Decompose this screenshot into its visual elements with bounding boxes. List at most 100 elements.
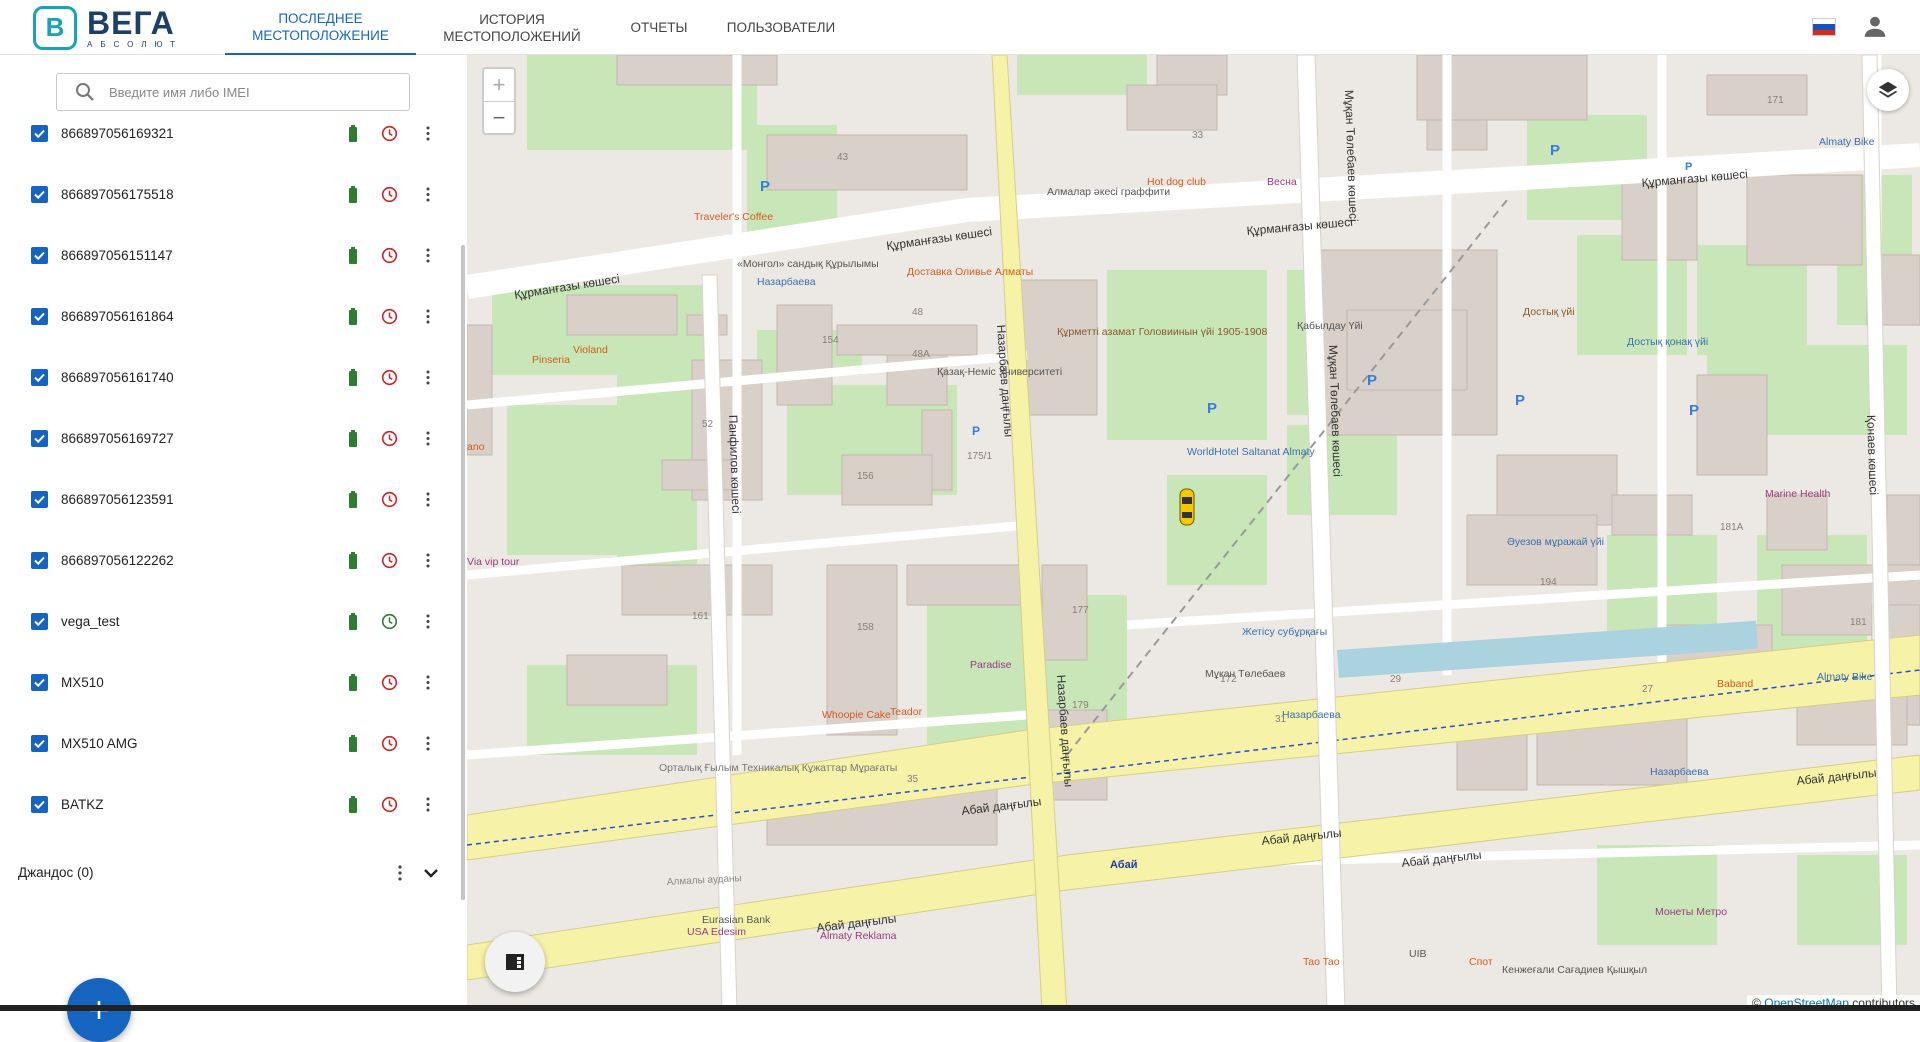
device-checkbox[interactable] xyxy=(31,613,48,630)
device-search[interactable] xyxy=(56,73,410,111)
device-checkbox[interactable] xyxy=(31,552,48,569)
map-label-worldhotel: WorldHotel Saltanat Almaty xyxy=(1187,446,1315,458)
device-row[interactable]: 866897056175518 xyxy=(0,186,450,226)
more-vertical-icon[interactable] xyxy=(420,674,436,691)
device-checkbox[interactable] xyxy=(31,308,48,325)
clock-icon xyxy=(381,735,398,752)
zoom-in-button[interactable]: + xyxy=(484,69,514,102)
legend-button[interactable] xyxy=(485,932,545,992)
device-checkbox[interactable] xyxy=(31,491,48,508)
device-name[interactable]: vega_test xyxy=(61,613,120,630)
device-checkbox[interactable] xyxy=(31,674,48,691)
device-checkbox[interactable] xyxy=(31,735,48,752)
vehicle-marker-icon[interactable] xyxy=(1179,488,1195,526)
more-vertical-icon[interactable] xyxy=(420,735,436,752)
map-label-kaz-nem: Қазақ-Неміс Университеті xyxy=(937,366,1062,378)
tab-last-location-line1: ПОСЛЕДНЕЕ xyxy=(278,10,363,26)
tab-location-history-line1: ИСТОРИЯ xyxy=(479,11,545,27)
map-label-auezov: Әуезов мұражай үйі xyxy=(1507,536,1604,548)
map-label-almalar: Алмалар әкесі граффити xyxy=(1047,186,1170,198)
checkmark-icon xyxy=(34,129,45,139)
battery-icon xyxy=(349,796,357,813)
battery-icon xyxy=(349,186,357,203)
more-vertical-icon[interactable] xyxy=(420,125,436,142)
group-more-icon[interactable] xyxy=(392,864,408,882)
device-name[interactable]: 866897056122262 xyxy=(61,552,174,569)
more-vertical-icon[interactable] xyxy=(420,552,436,569)
device-row[interactable]: vega_test xyxy=(0,613,450,653)
map-label-dostyk: Достық үйі xyxy=(1523,306,1575,318)
logo-name: ВЕГА xyxy=(87,4,175,41)
device-row[interactable]: 866897056169727 xyxy=(0,430,450,470)
clock-icon xyxy=(381,247,398,264)
map-label-paradise: Paradise xyxy=(970,659,1012,671)
more-vertical-icon[interactable] xyxy=(420,308,436,325)
tab-reports[interactable]: ОТЧЕТЫ xyxy=(620,0,698,55)
clock-icon xyxy=(381,430,398,447)
device-name[interactable]: MX510 AMG xyxy=(61,735,138,752)
device-name[interactable]: MX510 xyxy=(61,674,104,691)
device-checkbox[interactable] xyxy=(31,369,48,386)
device-row[interactable]: 866897056169321 xyxy=(0,125,450,165)
device-row[interactable]: 866897056151147 xyxy=(0,247,450,287)
device-name[interactable]: 866897056175518 xyxy=(61,186,174,203)
more-vertical-icon[interactable] xyxy=(420,796,436,813)
device-checkbox[interactable] xyxy=(31,186,48,203)
device-name[interactable]: BATKZ xyxy=(61,796,104,813)
map-label-ortalyk: Орталық Ғылым Техникалық Кұжаттар Мұраға… xyxy=(659,762,897,774)
device-row[interactable]: 866897056161864 xyxy=(0,308,450,348)
vega-logo[interactable]: B ВЕГА АБСОЛЮТ xyxy=(33,4,183,51)
clock-icon xyxy=(381,308,398,325)
map-label-b29: 29 xyxy=(1390,674,1402,685)
device-row[interactable]: MX510 xyxy=(0,674,450,714)
device-checkbox[interactable] xyxy=(31,247,48,264)
device-row[interactable]: 866897056161740 xyxy=(0,369,450,409)
device-name[interactable]: 866897056123591 xyxy=(61,491,174,508)
map-label-kurmangazy-3: Құрманғазы көшесі xyxy=(1246,215,1353,238)
search-input[interactable] xyxy=(107,83,391,101)
tab-users[interactable]: ПОЛЬЗОВАТЕЛИ xyxy=(718,0,844,55)
more-vertical-icon[interactable] xyxy=(420,430,436,447)
map-label-b154: 154 xyxy=(822,335,839,346)
device-name[interactable]: 866897056161740 xyxy=(61,369,174,386)
device-name[interactable]: 866897056161864 xyxy=(61,308,174,325)
layers-button[interactable] xyxy=(1867,69,1909,111)
legend-icon xyxy=(506,954,524,970)
device-row[interactable]: BATKZ xyxy=(0,796,450,836)
tab-location-history[interactable]: ИСТОРИЯ МЕСТОПОЛОЖЕНИЙ xyxy=(428,0,596,55)
svg-text:P: P xyxy=(760,178,770,195)
more-vertical-icon[interactable] xyxy=(420,491,436,508)
map-label-nazarbaeva-1: Назарбаева xyxy=(1282,709,1341,721)
device-row[interactable]: 866897056122262 xyxy=(0,552,450,592)
app-header: B ВЕГА АБСОЛЮТ ПОСЛЕДНЕЕ МЕСТОПОЛОЖЕНИЕ И… xyxy=(0,0,1920,55)
device-name[interactable]: 866897056169727 xyxy=(61,430,174,447)
map-view[interactable]: P P P P P P P P Құрманғазы көшесі Құрман… xyxy=(467,55,1920,1011)
battery-icon xyxy=(349,552,357,569)
more-vertical-icon[interactable] xyxy=(420,369,436,386)
tab-last-location[interactable]: ПОСЛЕДНЕЕ МЕСТОПОЛОЖЕНИЕ xyxy=(225,0,416,55)
svg-text:P: P xyxy=(1689,402,1699,419)
device-checkbox[interactable] xyxy=(31,430,48,447)
map-label-b48a: 48А xyxy=(912,349,930,360)
device-row[interactable]: 866897056123591 xyxy=(0,491,450,531)
device-checkbox[interactable] xyxy=(31,796,48,813)
account-icon[interactable] xyxy=(1862,13,1888,39)
device-name[interactable]: 866897056169321 xyxy=(61,125,174,142)
zoom-out-button[interactable]: − xyxy=(484,102,514,134)
tab-users-label: ПОЛЬЗОВАТЕЛИ xyxy=(726,20,836,35)
map-label-via-tour: Via vip tour xyxy=(467,556,520,568)
map-label-eurasian: Eurasian Bank xyxy=(702,914,771,926)
more-vertical-icon[interactable] xyxy=(420,613,436,630)
checkmark-icon xyxy=(34,434,45,444)
chevron-down-icon[interactable] xyxy=(422,864,440,882)
map-label-traveler: Traveler's Coffee xyxy=(694,211,773,223)
device-checkbox[interactable] xyxy=(31,125,48,142)
sidebar-scrollbar[interactable] xyxy=(461,245,465,900)
device-row[interactable]: MX510 AMG xyxy=(0,735,450,775)
device-name[interactable]: 866897056151147 xyxy=(61,247,173,264)
ru-flag-icon[interactable] xyxy=(1812,18,1836,36)
battery-icon xyxy=(349,247,357,264)
more-vertical-icon[interactable] xyxy=(420,186,436,203)
more-vertical-icon[interactable] xyxy=(420,247,436,264)
group-row[interactable]: Джандос (0) xyxy=(0,861,450,885)
